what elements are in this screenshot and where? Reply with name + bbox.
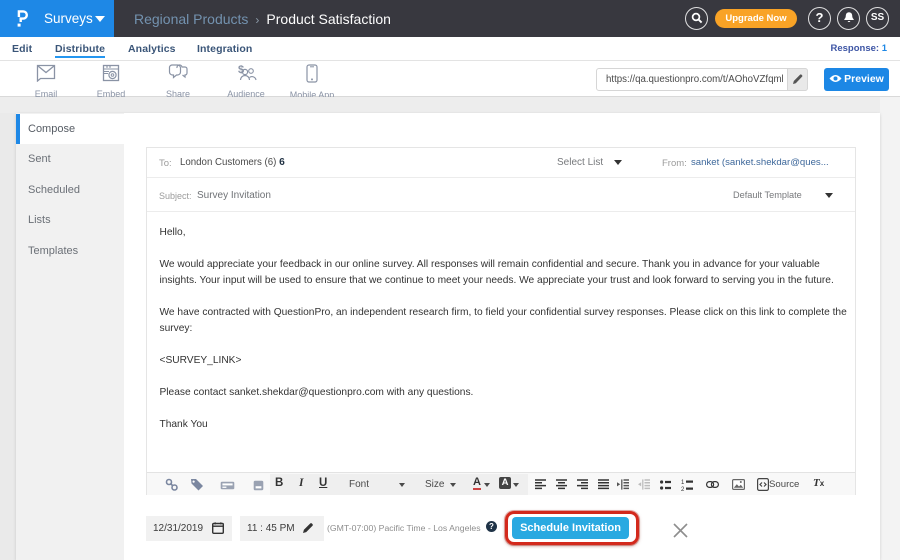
svg-text:2: 2	[681, 487, 685, 491]
svg-text:1: 1	[681, 480, 685, 486]
